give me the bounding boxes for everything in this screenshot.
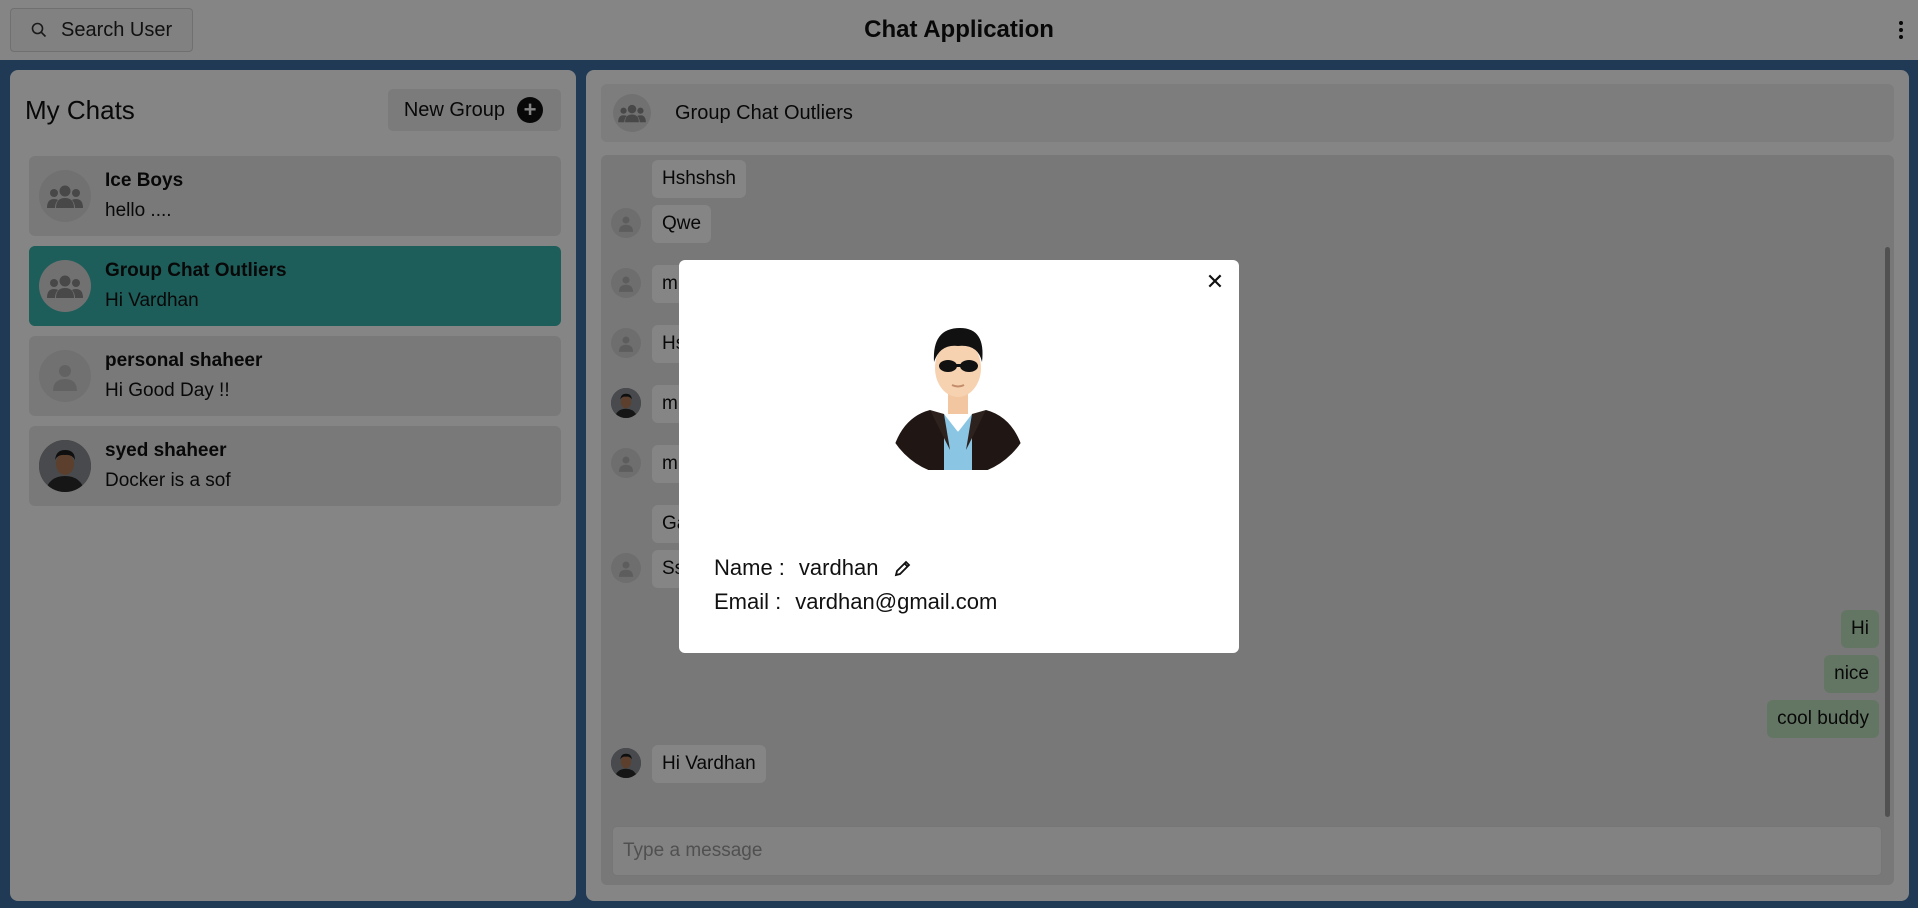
name-label: Name :: [714, 555, 785, 580]
pencil-icon[interactable]: [894, 558, 914, 578]
email-row: Email : vardhan@gmail.com: [714, 589, 997, 615]
profile-modal: ✕ Name : vardhan Email: vardhan@gmail.c…: [679, 260, 1239, 653]
email-label: Email :: [714, 589, 782, 614]
name-value: vardhan: [798, 555, 879, 580]
email-value: vardhan@gmail.com: [795, 589, 998, 614]
profile-avatar: [882, 324, 1034, 470]
name-row: Name : vardhan: [714, 555, 914, 581]
close-icon[interactable]: ✕: [1203, 270, 1227, 294]
